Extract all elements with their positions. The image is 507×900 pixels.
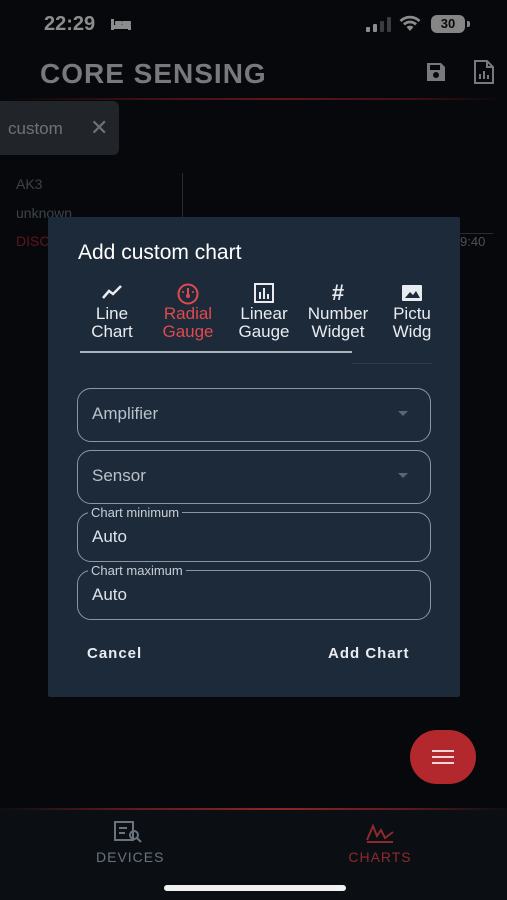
- tab-label: Widg: [392, 322, 432, 341]
- add-chart-dialog: Add custom chart Line Chart Radial Gauge…: [48, 217, 460, 697]
- tab-label: Line: [95, 304, 129, 323]
- sensor-placeholder: Sensor: [92, 466, 146, 485]
- home-indicator: [164, 885, 346, 891]
- tab-label: Linear: [240, 304, 288, 323]
- hash-icon: #: [331, 283, 345, 305]
- tab-label: Gauge: [162, 322, 214, 341]
- devices-search-icon: [114, 821, 142, 843]
- image-icon: [402, 285, 422, 301]
- tab-linear-gauge[interactable]: Linear Gauge: [228, 283, 300, 341]
- menu-icon: [432, 750, 454, 764]
- tab-label: Gauge: [238, 322, 290, 341]
- chart-minimum-value: Auto: [92, 527, 127, 546]
- chart-maximum-value: Auto: [92, 585, 127, 604]
- nav-charts-label: CHARTS: [348, 849, 412, 865]
- tab-label: Widget: [311, 322, 365, 341]
- tab-label: Number: [307, 304, 369, 323]
- tab-label: Pictu: [393, 304, 431, 323]
- chart-maximum-field[interactable]: Chart maximum Auto: [77, 563, 431, 620]
- chart-maximum-label: Chart maximum: [88, 563, 186, 578]
- tab-label: Radial: [163, 304, 213, 323]
- bar-chart-box-icon: [254, 283, 274, 303]
- chart-minimum-label: Chart minimum: [88, 505, 183, 520]
- chevron-down-icon: [398, 411, 408, 416]
- tab-indicator: [80, 351, 352, 353]
- tab-line-chart[interactable]: Line Chart: [76, 283, 148, 341]
- sensor-select[interactable]: Sensor: [77, 450, 431, 504]
- amplifier-select[interactable]: Amplifier: [77, 388, 431, 442]
- tab-label: Chart: [91, 322, 133, 341]
- tab-number-widget[interactable]: # Number Widget: [302, 283, 374, 341]
- amplifier-placeholder: Amplifier: [92, 404, 159, 423]
- chart-type-tabs: Line Chart Radial Gauge Linear Gauge # N…: [76, 283, 432, 353]
- add-chart-button[interactable]: Add Chart: [328, 645, 410, 662]
- nav-devices[interactable]: DEVICES: [96, 820, 165, 865]
- tab-picture-widget[interactable]: Pictu Widg: [376, 283, 432, 341]
- nav-charts[interactable]: CHARTS: [345, 820, 415, 865]
- chart-minimum-field[interactable]: Chart minimum Auto: [77, 505, 431, 562]
- nav-devices-label: DEVICES: [96, 849, 165, 865]
- line-chart-icon: [102, 285, 122, 299]
- tab-divider: [352, 363, 432, 364]
- chevron-down-icon: [398, 473, 408, 478]
- cancel-button[interactable]: Cancel: [87, 645, 142, 662]
- radial-gauge-icon: [177, 283, 199, 305]
- tab-radial-gauge[interactable]: Radial Gauge: [152, 283, 224, 341]
- charts-icon: [366, 823, 394, 843]
- dialog-title: Add custom chart: [78, 241, 242, 264]
- menu-fab[interactable]: [410, 730, 476, 784]
